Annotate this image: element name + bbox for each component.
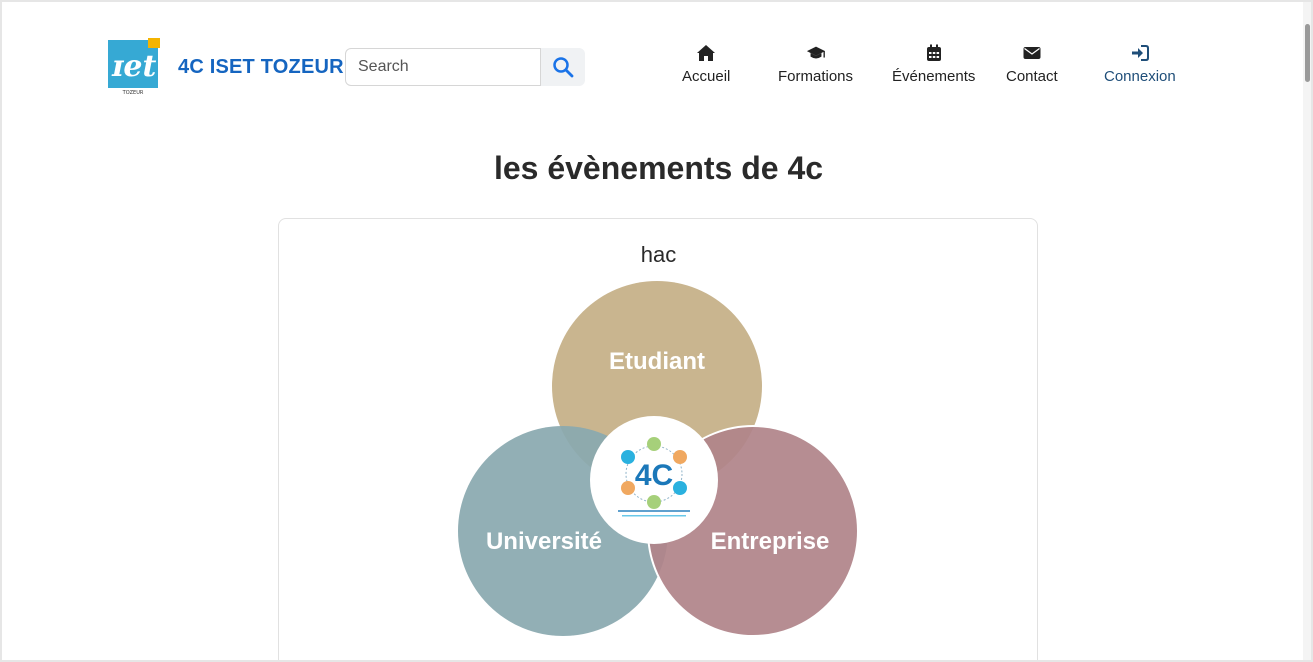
- venn-label-etudiant: Etudiant: [609, 348, 705, 375]
- nav-label-accueil: Accueil: [682, 68, 731, 85]
- sign-in-icon: [1130, 44, 1150, 62]
- venn-label-entreprise: Entreprise: [711, 528, 830, 555]
- search-form: [345, 48, 585, 86]
- graduation-cap-icon: [806, 44, 826, 62]
- iset-logo[interactable]: ɪet TOZEUR: [108, 38, 160, 96]
- nav-item-formations[interactable]: Formations: [778, 44, 853, 92]
- search-input[interactable]: [345, 48, 541, 86]
- page-title: les évènements de 4c: [493, 150, 824, 186]
- nav-label-formations: Formations: [778, 68, 854, 85]
- venn-diagram: Etudiant Université Entreprise 4C: [458, 281, 859, 637]
- 4c-logo: 4C: [590, 416, 718, 544]
- navbar: ɪet TOZEUR 4C ISET TOZEUR Accueil: [2, 2, 1311, 122]
- nav-item-accueil[interactable]: Accueil: [682, 44, 730, 92]
- search-icon: [553, 57, 574, 78]
- home-icon: [696, 44, 716, 62]
- brand-name[interactable]: 4C ISET TOZEUR: [178, 56, 344, 79]
- nav-item-evenements[interactable]: Événements: [892, 44, 975, 92]
- event-card-title: hac: [640, 242, 677, 267]
- calendar-icon: [924, 44, 944, 62]
- nav-item-connexion[interactable]: Connexion: [1104, 44, 1176, 92]
- search-button[interactable]: [541, 48, 585, 86]
- logo-caption: TOZEUR: [122, 90, 144, 96]
- svg-text:ɪet: ɪet: [111, 49, 156, 84]
- 4c-logo-text: 4C: [635, 459, 673, 492]
- scrollbar-thumb[interactable]: [1305, 24, 1310, 82]
- scrollbar[interactable]: [1303, 2, 1311, 660]
- nav-label-evenements: Événements: [892, 68, 976, 85]
- nav-item-contact[interactable]: Contact: [1006, 44, 1058, 92]
- envelope-icon: [1022, 44, 1042, 62]
- page: ɪet TOZEUR 4C ISET TOZEUR Accueil: [0, 0, 1313, 662]
- nav-label-contact: Contact: [1006, 68, 1058, 85]
- nav-label-connexion: Connexion: [1104, 68, 1176, 85]
- venn-label-universite: Université: [486, 528, 602, 555]
